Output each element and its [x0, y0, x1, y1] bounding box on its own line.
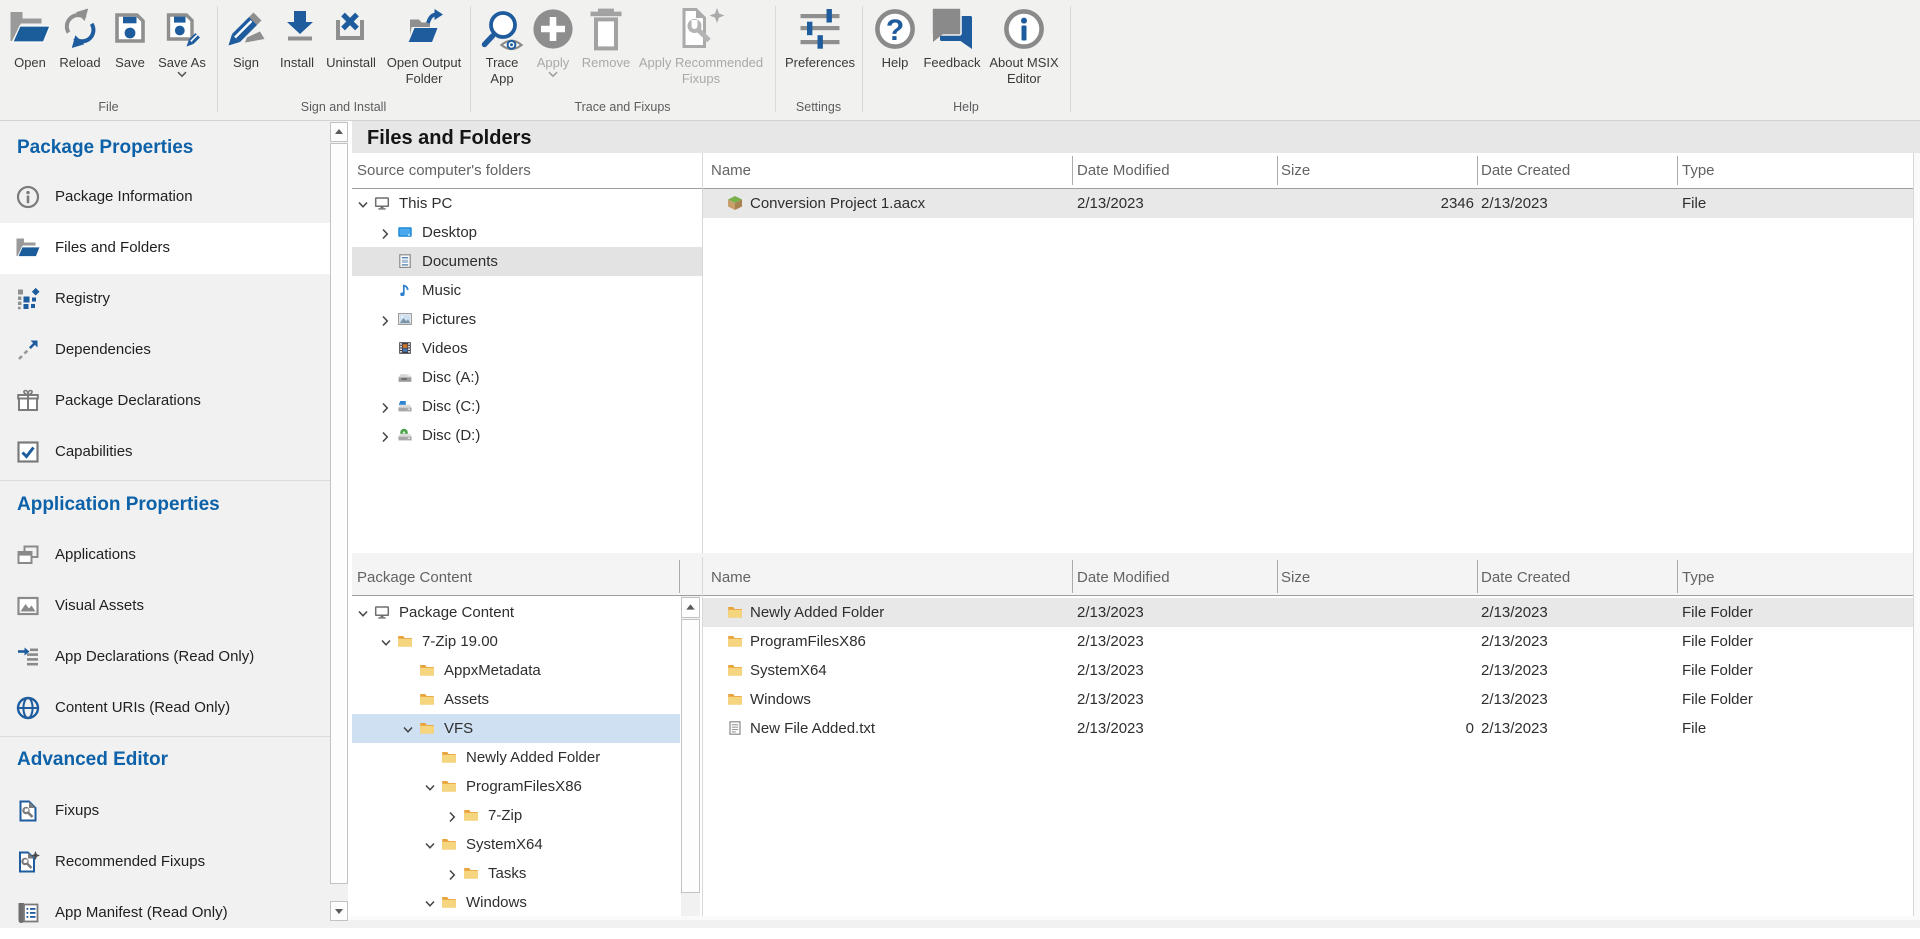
svg-text:?: ? — [886, 14, 904, 47]
